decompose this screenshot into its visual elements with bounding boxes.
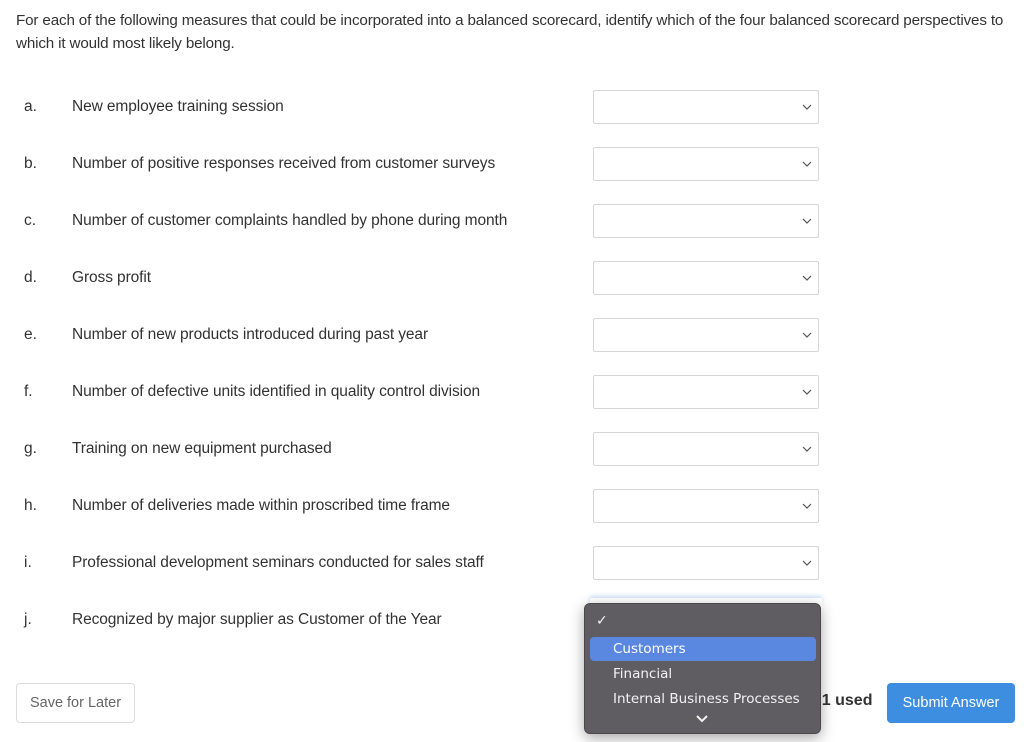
perspective-select[interactable] <box>593 432 819 466</box>
measure-text: Number of new products introduced during… <box>72 326 429 343</box>
dropdown-option-financial[interactable]: Financial <box>590 662 816 686</box>
measure-row: d. Gross profit <box>0 261 840 297</box>
checkmark-icon: ✓ <box>596 613 608 629</box>
chevron-down-icon <box>802 275 812 281</box>
measure-row: c. Number of customer complaints handled … <box>0 204 840 240</box>
measure-row: f. Number of defective units identified i… <box>0 375 840 411</box>
item-letter: e. <box>24 326 37 343</box>
perspective-select[interactable] <box>593 489 819 523</box>
measure-text: Number of positive responses received fr… <box>72 155 496 172</box>
measure-text: Recognized by major supplier as Customer… <box>72 611 442 628</box>
perspective-select[interactable] <box>593 204 819 238</box>
measure-text: Training on new equipment purchased <box>72 440 332 457</box>
measure-text: Number of customer complaints handled by… <box>72 212 508 229</box>
save-for-later-button[interactable]: Save for Later <box>16 683 135 723</box>
measure-text: New employee training session <box>72 98 284 115</box>
measure-row: a. New employee training session <box>0 90 840 126</box>
perspective-select[interactable] <box>593 375 819 409</box>
item-letter: g. <box>24 440 37 457</box>
item-letter: h. <box>24 497 37 514</box>
chevron-down-icon <box>802 446 812 452</box>
dropdown-option-customers[interactable]: Customers <box>590 637 816 661</box>
question-prompt: For each of the following measures that … <box>16 12 1004 52</box>
chevron-down-icon <box>802 389 812 395</box>
chevron-down-icon <box>802 332 812 338</box>
item-letter: c. <box>24 212 37 229</box>
perspective-select[interactable] <box>593 261 819 295</box>
measure-row: b. Number of positive responses received … <box>0 147 840 183</box>
chevron-down-icon <box>802 560 812 566</box>
item-letter: d. <box>24 269 37 286</box>
item-letter: a. <box>24 98 37 115</box>
chevron-down-icon <box>802 161 812 167</box>
measure-text: Number of deliveries made within proscri… <box>72 497 450 514</box>
perspective-select[interactable] <box>593 147 819 181</box>
item-letter: i. <box>24 554 32 571</box>
measure-row: e. Number of new products introduced duri… <box>0 318 840 354</box>
measure-row: h. Number of deliveries made within prosc… <box>0 489 840 525</box>
item-letter: f. <box>24 383 33 400</box>
chevron-down-icon <box>802 218 812 224</box>
measure-row: g. Training on new equipment purchased <box>0 432 840 468</box>
perspective-select[interactable] <box>593 318 819 352</box>
perspective-select[interactable] <box>593 90 819 124</box>
measure-row: i. Professional development seminars cond… <box>0 546 840 582</box>
perspective-dropdown-menu[interactable]: ✓ Customers Financial Internal Business … <box>584 603 821 734</box>
chevron-down-icon <box>802 104 812 110</box>
measure-text: Gross profit <box>72 269 151 286</box>
chevron-down-icon[interactable] <box>695 714 709 724</box>
perspective-select[interactable] <box>593 546 819 580</box>
attempts-used-text: f 1 used <box>812 692 873 709</box>
item-letter: b. <box>24 155 37 172</box>
submit-answer-button[interactable]: Submit Answer <box>887 683 1015 723</box>
dropdown-option-internal-business-processes[interactable]: Internal Business Processes <box>590 687 816 711</box>
item-letter: j. <box>24 611 32 628</box>
chevron-down-icon <box>802 503 812 509</box>
measure-text: Professional development seminars conduc… <box>72 554 484 571</box>
measure-text: Number of defective units identified in … <box>72 383 481 400</box>
